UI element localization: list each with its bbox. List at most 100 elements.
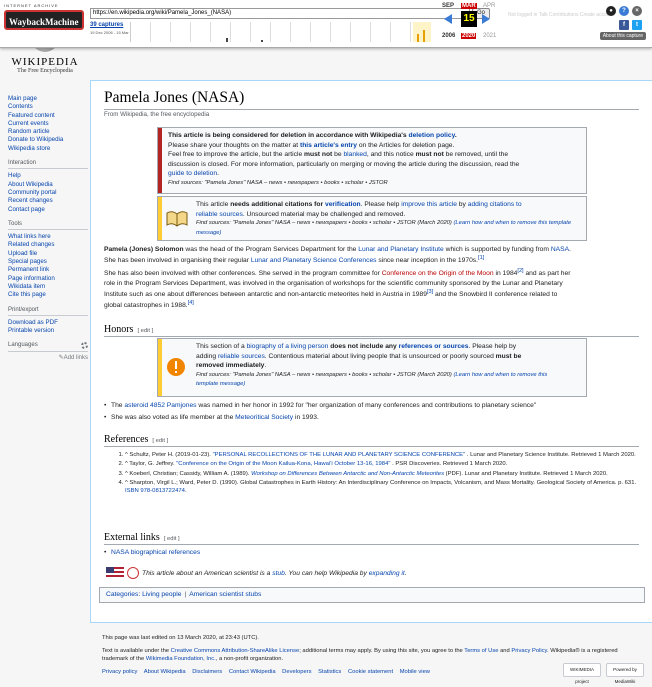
captures-count[interactable]: 39 captures (90, 22, 123, 28)
nasa-bio-link[interactable]: NASA biographical references (111, 549, 200, 556)
sidebar-item-recent-changes[interactable]: Recent changes (8, 197, 53, 204)
sidebar-item-donate[interactable]: Donate to Wikipedia (8, 136, 63, 143)
sidebar-item-related-changes[interactable]: Related changes (8, 241, 54, 248)
about-capture-button[interactable]: About this capture (599, 32, 646, 40)
ref-1-link[interactable]: [1] (478, 255, 484, 261)
ref3-link[interactable]: Workshop on Differences Between Antarcti… (251, 471, 444, 477)
find-sources-1[interactable]: Find sources: "Pamela Jones" NASA – news… (168, 180, 388, 186)
footer-privacy-policy[interactable]: Privacy policy (102, 669, 137, 675)
footer-cookie-statement[interactable]: Cookie statement (348, 669, 393, 675)
footer-mobile-view[interactable]: Mobile view (400, 669, 430, 675)
category-american-scientist-stubs[interactable]: American scientist stubs (189, 591, 261, 598)
sidebar-item-what-links-here[interactable]: What links here (8, 233, 51, 240)
license-text: Text is available under the Creative Com… (102, 647, 647, 663)
lpi-link[interactable]: Lunar and Planetary Institute (358, 246, 444, 253)
terms-link[interactable]: Terms of Use (464, 648, 498, 654)
sidebar-item-special-pages[interactable]: Special pages (8, 258, 47, 265)
ref-4-link[interactable]: [4] (188, 300, 194, 306)
year-prev[interactable]: 2006 (442, 33, 455, 39)
close-icon[interactable]: × (632, 6, 642, 16)
wayback-logo[interactable]: INTERNET ARCHIVE WaybackMachine (4, 3, 84, 37)
articles-entry-link[interactable]: this article's entry (300, 142, 357, 149)
sidebar-item-community-portal[interactable]: Community portal (8, 189, 57, 196)
find-sources-3[interactable]: Find sources: "Pamela Jones" NASA – news… (196, 372, 416, 378)
sidebar-item-store[interactable]: Wikipedia store (8, 145, 50, 152)
wayback-sparkline[interactable] (130, 22, 431, 42)
footer-contact[interactable]: Contact Wikipedia (229, 669, 276, 675)
help-icon[interactable]: ? (619, 6, 629, 16)
lpsc-link[interactable]: Lunar and Planetary Science Conferences (251, 258, 377, 265)
facebook-icon[interactable]: f (619, 20, 629, 30)
categories-label[interactable]: Categories (106, 591, 138, 598)
footer-developers[interactable]: Developers (282, 669, 311, 675)
capture-day: 15 (461, 11, 477, 27)
deletion-policy-link[interactable]: deletion policy (408, 132, 454, 139)
blp-reliable-sources-link[interactable]: reliable sources (218, 353, 265, 360)
blp-text-3: . Please help by (468, 343, 517, 350)
reliable-sources-link[interactable]: reliable sources (196, 211, 243, 218)
categories-box: Categories: Living people | American scien… (99, 587, 645, 603)
prev-capture-arrow-icon[interactable] (444, 14, 452, 24)
ref4-link[interactable]: ISBN 978-0813722474 (125, 488, 185, 494)
pamjones-link[interactable]: 4852 Pamjones (150, 402, 196, 409)
stub-link[interactable]: stub (272, 570, 285, 577)
adding-citations-link[interactable]: adding citations to (468, 201, 522, 208)
blp-learn-link-2[interactable]: template message) (196, 381, 245, 387)
improve-article-link[interactable]: improve this article (401, 201, 457, 208)
wmf-link[interactable]: Wikimedia Foundation, Inc. (146, 656, 216, 662)
sidebar-item-upload-file[interactable]: Upload file (8, 250, 37, 257)
footer-about[interactable]: About Wikipedia (144, 669, 186, 675)
sidebar-item-main-page[interactable]: Main page (8, 95, 37, 102)
sidebar-item-permanent-link[interactable]: Permanent link (8, 266, 49, 273)
sidebar-item-random-article[interactable]: Random article (8, 128, 50, 135)
references-sources-link[interactable]: references or sources (399, 343, 469, 350)
category-living-people[interactable]: Living people (142, 591, 181, 598)
cc-license-link[interactable]: Creative Commons Attribution-ShareAlike … (171, 648, 300, 654)
guide-to-deletion-link[interactable]: guide to deletion (168, 170, 217, 177)
wikimedia-project-badge[interactable]: WIKIMEDIA project (563, 663, 601, 684)
stub-text-1: This article about an American scientist… (142, 570, 273, 577)
month-prev[interactable]: SEP (442, 3, 454, 9)
sidebar-item-download-pdf[interactable]: Download as PDF (8, 319, 58, 326)
ref2-link[interactable]: "Conference on the Origin of the Moon Ka… (176, 461, 390, 467)
asteroid-link[interactable]: asteroid (124, 402, 148, 409)
reference-item: ^ Taylor, G. Jeffrey. "Conference on the… (125, 460, 643, 468)
wayback-url-input[interactable]: https://en.wikipedia.org/wiki/Pamela_Jon… (90, 8, 470, 19)
edit-honors-link[interactable]: [ edit ] (137, 328, 153, 334)
blp-link[interactable]: biography of a living person (247, 343, 329, 350)
origin-moon-link[interactable]: Conference on the Origin of the Moon (382, 270, 494, 277)
p2-text-5: Institute such as one about differences … (104, 291, 427, 299)
sidebar-item-wikidata-item[interactable]: Wikidata item (8, 283, 45, 290)
twitter-icon[interactable]: t (632, 20, 642, 30)
privacy-link[interactable]: Privacy Policy (511, 648, 547, 654)
expanding-it-link[interactable]: expanding it (369, 570, 405, 577)
b1-text-2: was named in her honor in 1992 for "her … (196, 402, 537, 409)
sidebar-item-contact-page[interactable]: Contact page (8, 206, 45, 213)
footer-statistics[interactable]: Statistics (318, 669, 341, 675)
sidebar-item-help[interactable]: Help (8, 172, 21, 179)
verification-link[interactable]: verification (325, 201, 361, 208)
sidebar-item-page-information[interactable]: Page information (8, 275, 55, 282)
edit-external-links-link[interactable]: [ edit ] (164, 536, 180, 542)
sidebar-item-featured-content[interactable]: Featured content (8, 112, 55, 119)
next-capture-arrow-icon[interactable] (482, 14, 490, 24)
meteoritical-society-link[interactable]: Meteoritical Society (235, 414, 293, 421)
sidebar-item-contents[interactable]: Contents (8, 103, 33, 110)
sidebar-item-about[interactable]: About Wikipedia (8, 181, 53, 188)
find-sources-2[interactable]: Find sources: "Pamela Jones" NASA – news… (196, 220, 416, 226)
ref1-link[interactable]: "PERSONAL RECOLLECTIONS OF THE LUNAR AND… (213, 452, 466, 458)
blp-learn-link[interactable]: (Learn how and when to remove this (453, 372, 547, 378)
blanked-link[interactable]: blanked (343, 151, 366, 158)
account-icon[interactable]: ● (606, 6, 616, 16)
sidebar-item-printable-version[interactable]: Printable version (8, 327, 54, 334)
ref4-pre: ^ Sharpton, Virgil L.; Ward, Peter D. (1… (125, 479, 637, 486)
wayback-captures-link[interactable]: 39 captures (90, 22, 123, 28)
powered-by-mediawiki-badge[interactable]: Powered by MediaWiki (606, 663, 644, 684)
sidebar-item-current-events[interactable]: Current events (8, 120, 49, 127)
footer-disclaimers[interactable]: Disclaimers (192, 669, 222, 675)
sidebar-item-cite-this-page[interactable]: Cite this page (8, 291, 46, 298)
nasa-link[interactable]: NASA (551, 246, 569, 253)
gear-icon[interactable] (81, 342, 88, 350)
add-links-link[interactable]: ✎Add links (8, 354, 88, 362)
edit-references-link[interactable]: [ edit ] (152, 438, 168, 444)
